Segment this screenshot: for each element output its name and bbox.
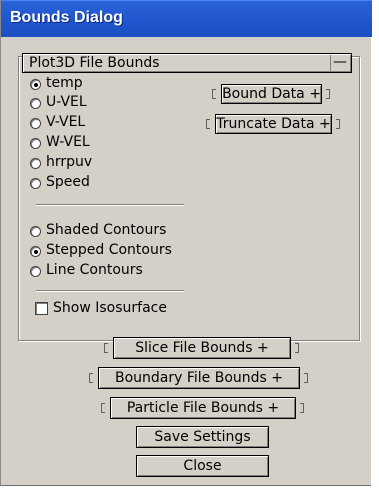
show-isosurface-checkbox[interactable]	[35, 302, 48, 315]
radio-label: Line Contours	[46, 262, 143, 278]
radio-indicator	[30, 158, 41, 169]
rollout-bracket-left	[206, 119, 210, 129]
particle-file-bounds-button[interactable]: Particle File Bounds +	[110, 397, 296, 419]
rollout-bracket-right	[326, 89, 330, 99]
rollout-bracket-left	[104, 343, 108, 353]
plot3d-bounds-rollout-header[interactable]: Plot3D File Bounds —	[22, 53, 352, 73]
save-settings-button[interactable]: Save Settings	[136, 426, 269, 448]
radio-indicator	[30, 98, 41, 109]
rollout-bracket-right	[300, 403, 304, 413]
plot3d-bounds-header-label: Plot3D File Bounds	[29, 55, 160, 71]
rollout-bracket-left	[212, 89, 216, 99]
radio-label: Shaded Contours	[46, 222, 167, 238]
radio-indicator	[30, 266, 41, 277]
radio-label: W-VEL	[46, 134, 90, 150]
radio-indicator	[30, 138, 41, 149]
radio-label: Stepped Contours	[46, 242, 172, 258]
rollout-bracket-right	[295, 343, 299, 353]
close-button[interactable]: Close	[136, 455, 269, 477]
radio-indicator	[30, 79, 41, 90]
collapse-icon[interactable]: —	[330, 55, 349, 71]
bound-data-button[interactable]: Bound Data +	[221, 84, 322, 104]
radio-label: U-VEL	[46, 94, 87, 110]
rollout-bracket-right	[304, 373, 308, 383]
radio-indicator	[30, 226, 41, 237]
rollout-bracket-right	[336, 119, 340, 129]
bounds-dialog-window: Bounds Dialog Plot3D File Bounds — temp …	[0, 0, 372, 486]
radio-indicator	[30, 246, 41, 257]
radio-label: temp	[46, 75, 83, 91]
slice-file-bounds-button[interactable]: Slice File Bounds +	[113, 337, 291, 359]
boundary-file-bounds-button[interactable]: Boundary File Bounds +	[98, 367, 300, 389]
separator	[36, 290, 184, 292]
dialog-client-area: Plot3D File Bounds — temp U-VEL V-VEL W-…	[6, 37, 367, 483]
truncate-data-button[interactable]: Truncate Data +	[215, 114, 332, 134]
rollout-bracket-left	[101, 403, 105, 413]
radio-label: V-VEL	[46, 114, 86, 130]
show-isosurface-label: Show Isosurface	[53, 300, 167, 316]
rollout-bracket-left	[89, 373, 93, 383]
title-bar[interactable]: Bounds Dialog	[1, 0, 372, 37]
window-title: Bounds Dialog	[10, 9, 123, 26]
radio-label: Speed	[46, 174, 90, 190]
radio-indicator	[30, 178, 41, 189]
radio-label: hrrpuv	[46, 154, 93, 170]
radio-indicator	[30, 118, 41, 129]
separator	[36, 204, 184, 206]
